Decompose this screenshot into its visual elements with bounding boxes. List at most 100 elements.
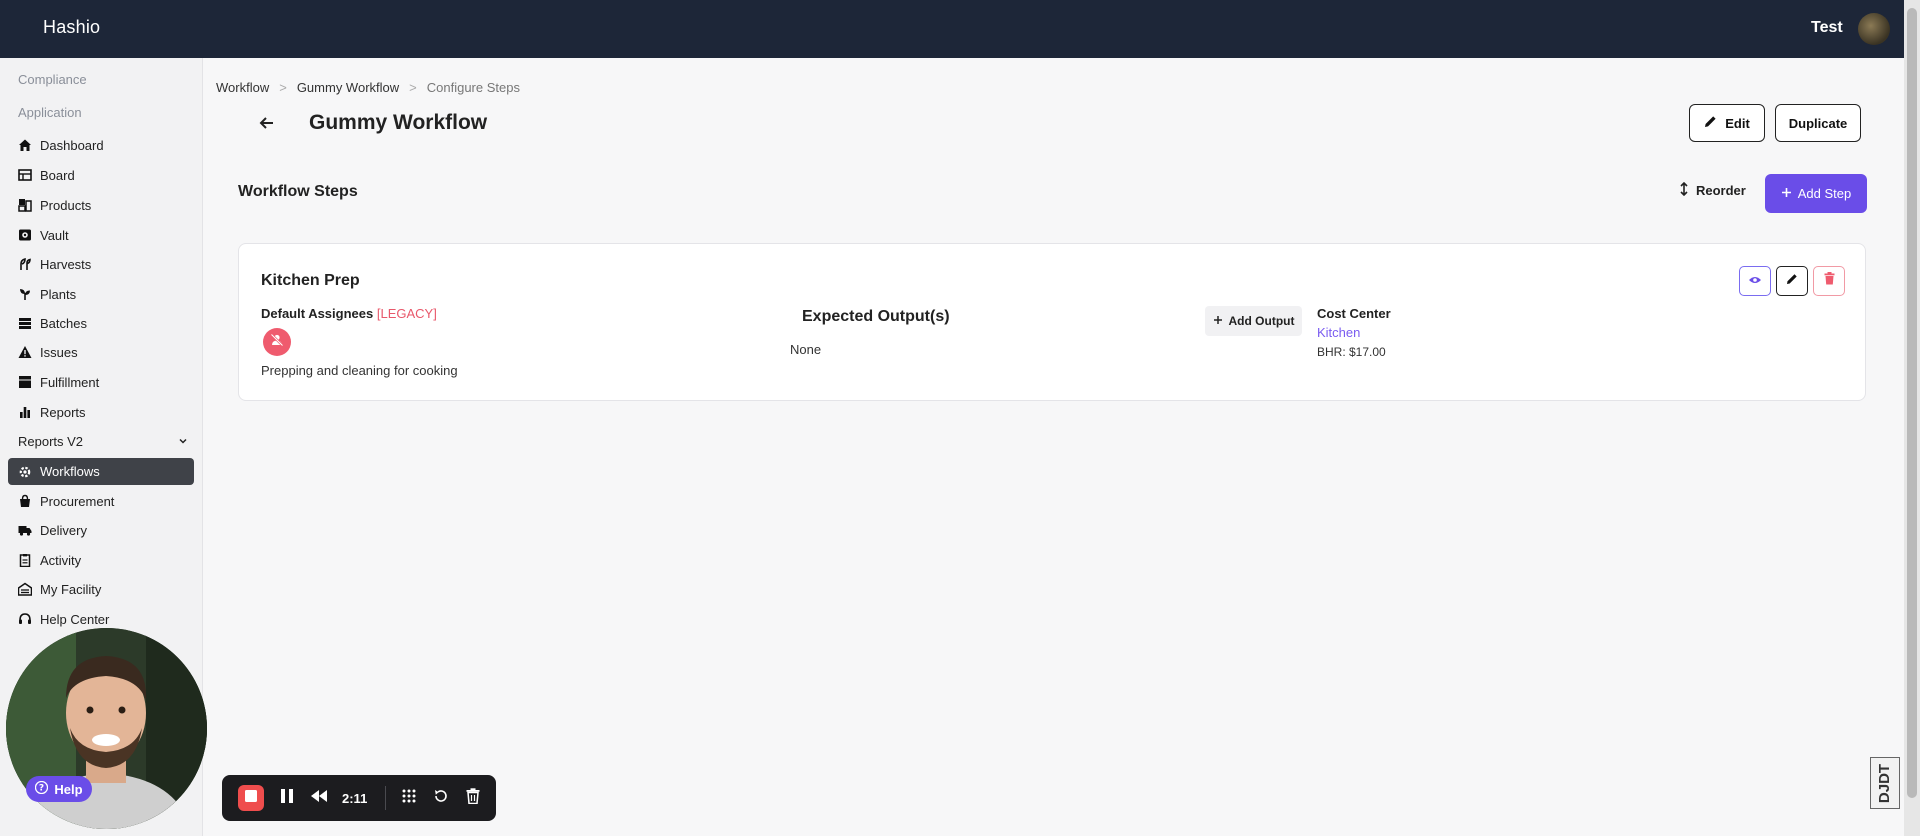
sidebar-item-label: Help Center [40,611,110,627]
sidebar-item-activity[interactable]: Activity [8,547,194,573]
edit-button-label: Edit [1725,115,1750,131]
plus-icon [1781,186,1792,201]
board-icon [18,168,32,182]
breadcrumb-workflow[interactable]: Workflow [216,80,269,95]
reorder-label: Reorder [1696,183,1746,198]
sidebar-item-label: Dashboard [40,137,104,153]
help-label: Help [54,781,83,797]
sidebar-section-application[interactable]: Application [18,105,82,120]
sidebar-item-fulfillment[interactable]: Fulfillment [8,369,194,395]
assignee-avatar[interactable] [263,328,291,356]
breadcrumb-separator: > [409,80,417,95]
sidebar-item-vault[interactable]: Vault [8,222,194,248]
reorder-arrows-icon [1679,181,1689,199]
sidebar-item-label: Reports V2 [18,433,84,449]
user-avatar[interactable] [1858,13,1890,45]
view-step-button[interactable] [1739,266,1771,296]
stop-icon [245,789,257,807]
sidebar-item-reports-v2[interactable]: Reports V2 [18,428,188,454]
bag-icon [18,494,32,508]
add-output-label: Add Output [1228,314,1295,328]
add-output-button[interactable]: Add Output [1205,306,1302,336]
sidebar-item-delivery[interactable]: Delivery [8,517,194,543]
duplicate-button[interactable]: Duplicate [1775,104,1861,142]
back-arrow-icon[interactable] [258,114,276,132]
sidebar-item-label: Workflows [40,464,100,479]
breadcrumb: Workflow > Gummy Workflow > Configure St… [216,80,520,95]
plant-icon [18,287,32,301]
sidebar-item-board[interactable]: Board [8,162,194,188]
sidebar-item-my-facility[interactable]: My Facility [8,576,194,602]
delete-step-button[interactable] [1813,266,1845,296]
app-brand[interactable]: Hashio [43,17,100,38]
svg-text:?: ? [39,784,44,794]
warning-icon [18,345,32,359]
restart-button[interactable] [432,789,450,807]
recording-toolbar: 2:11 [222,775,496,821]
help-button[interactable]: ? Help [26,776,92,802]
facility-icon [18,582,32,596]
sidebar-item-label: Delivery [40,522,87,538]
question-icon: ? [35,780,49,797]
debug-toolbar-toggle[interactable]: DJDT [1870,757,1900,809]
add-step-button[interactable]: Add Step [1765,174,1867,213]
breadcrumb-configure-steps: Configure Steps [426,80,520,95]
truck-icon [18,523,32,537]
sidebar-item-label: My Facility [40,581,102,597]
stop-recording-button[interactable] [238,785,264,811]
sidebar-item-label: Fulfillment [40,374,100,390]
page-scrollbar[interactable] [1904,0,1920,836]
cost-center-rate: BHR: $17.00 [1317,345,1386,359]
rewind-button[interactable] [310,789,328,807]
scrollbar-thumb[interactable] [1907,8,1917,798]
user-off-icon [269,332,285,353]
sidebar-item-harvests[interactable]: Harvests [8,251,194,277]
products-icon [18,198,32,212]
sidebar-item-label: Products [40,197,92,213]
top-bar: Hashio Test [0,0,1904,58]
sidebar-item-label: Reports [40,404,86,420]
sidebar-item-label: Batches [40,315,87,331]
pause-button[interactable] [278,788,296,807]
legacy-tag: [LEGACY] [376,306,437,321]
cost-center-label: Cost Center [1317,306,1391,321]
eye-icon [1748,272,1762,290]
sidebar-item-products[interactable]: Products [8,192,194,218]
rewind-icon [310,789,328,808]
vault-icon [18,228,32,242]
page-title: Gummy Workflow [309,111,488,134]
home-icon [18,138,32,152]
harvest-icon [18,257,32,271]
clipboard-icon [18,553,32,567]
reorder-button[interactable]: Reorder [1679,181,1746,199]
sidebar-item-batches[interactable]: Batches [8,310,194,336]
sidebar-section-compliance[interactable]: Compliance [18,72,87,87]
pencil-icon [1786,272,1798,290]
breadcrumb-separator: > [279,80,287,95]
workflow-icon [18,465,32,479]
discard-button[interactable] [464,787,482,809]
sidebar-item-plants[interactable]: Plants [8,281,194,307]
recording-time: 2:11 [342,790,368,806]
edit-button[interactable]: Edit [1689,104,1765,142]
sidebar-item-label: Activity [40,552,82,568]
sidebar-item-issues[interactable]: Issues [8,339,194,365]
edit-step-button[interactable] [1776,266,1808,296]
cost-center-link[interactable]: Kitchen [1317,325,1360,340]
grid-button[interactable] [400,789,418,807]
assignees-label-text: Default Assignees [261,306,374,321]
step-title: Kitchen Prep [261,272,360,289]
sidebar-item-dashboard[interactable]: Dashboard [8,132,194,158]
sidebar-item-reports[interactable]: Reports [8,399,194,425]
toolbar-divider [385,786,387,810]
headset-icon [18,612,32,626]
trash-icon [466,787,480,809]
user-name[interactable]: Test [1811,19,1843,37]
sidebar-item-workflows[interactable]: Workflows [8,458,194,485]
sidebar-item-procurement[interactable]: Procurement [8,488,194,514]
breadcrumb-gummy-workflow[interactable]: Gummy Workflow [297,80,399,95]
trash-icon [1824,272,1835,290]
box-icon [18,375,32,389]
step-card: Kitchen Prep Default Assignees [LEGACY] … [238,243,1866,401]
sidebar-item-label: Board [40,167,75,183]
